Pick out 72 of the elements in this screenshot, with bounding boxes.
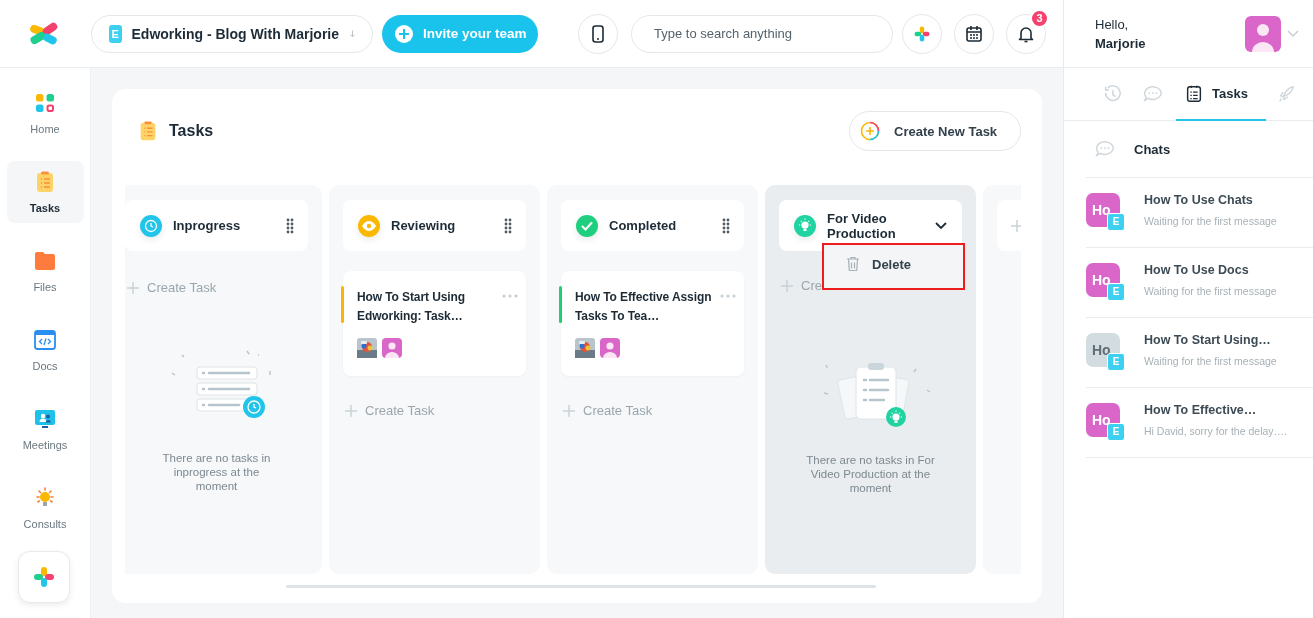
add-button[interactable] (18, 551, 70, 603)
chat-item[interactable]: Ho E How To Use Docs Waiting for the first message (1086, 248, 1313, 318)
colorful-plus-icon (913, 24, 931, 43)
drag-handle-icon (722, 217, 730, 234)
task-card[interactable]: How To Effective Assign Tasks To Tea… (561, 271, 744, 376)
column-title: Completed (609, 218, 678, 233)
drag-handle-icon (286, 217, 294, 234)
code-window-icon (33, 328, 57, 352)
user-name: Marjorie (1095, 35, 1147, 51)
drag-handle-icon (504, 217, 512, 234)
chat-preview: Waiting for the first message (1144, 284, 1277, 297)
chat-preview: Waiting for the first message (1144, 214, 1277, 227)
sidebar-item[interactable]: Consults (6, 477, 84, 539)
section-title: Chats (1134, 141, 1171, 157)
chat-item[interactable]: Ho E How To Use Chats Waiting for the first message (1086, 178, 1313, 248)
user-menu-button[interactable] (1245, 15, 1299, 52)
chevron-down-icon (1287, 29, 1299, 38)
column-title: Reviewing (391, 218, 457, 233)
chat-title: How To Use Chats (1144, 192, 1254, 207)
plus-icon (563, 404, 575, 417)
folder-icon (33, 249, 57, 273)
chat-title: How To Use Docs (1144, 262, 1250, 277)
column-title: Inprogress (173, 218, 242, 233)
chat-bubble-icon (1142, 83, 1162, 104)
sidebar-item[interactable]: Files (6, 240, 84, 302)
chevron-down-icon (934, 220, 948, 231)
apps-icon (33, 91, 57, 115)
task-title: How To Start Using Edworking: Task… (357, 289, 466, 325)
scrollbar[interactable] (286, 585, 876, 588)
sidebar-item[interactable]: Tasks (6, 161, 84, 223)
chat-title: How To Start Using… (1144, 332, 1272, 347)
empty-message: There are no tasks in inprogress at the moment (161, 451, 272, 493)
chat-bubble-icon (1094, 139, 1114, 159)
workspace-badge: E (109, 24, 122, 43)
task-title: How To Effective Assign Tasks To Tea… (575, 289, 713, 325)
checklist-icon (1184, 83, 1204, 104)
plus-icon (1011, 219, 1021, 232)
panel-tab[interactable]: Tasks (1176, 68, 1266, 121)
colorful-plus-icon (32, 565, 56, 589)
chat-preview: Waiting for the first message (1144, 354, 1277, 367)
chat-title: How To Effective… (1144, 402, 1258, 417)
bell-icon (1018, 24, 1034, 43)
plus-icon (394, 23, 414, 44)
search-field[interactable]: Type to search anything (631, 14, 893, 53)
calendar-icon (965, 24, 983, 43)
plus-icon (127, 281, 139, 294)
person-avatar-icon (600, 338, 620, 358)
sidebar-item[interactable]: Meetings (6, 398, 84, 460)
sidebar-item[interactable]: Docs (6, 319, 84, 381)
sidebar-item[interactable]: Home (6, 82, 84, 144)
history-icon (1102, 83, 1122, 104)
task-card[interactable]: How To Start Using Edworking: Task… (343, 271, 526, 376)
page-title: Tasks (169, 122, 215, 140)
chat-item[interactable]: Ho E How To Start Using… Waiting for the first message (1086, 318, 1313, 388)
chat-item[interactable]: Ho E How To Effective… Hi David, sorry for the delay…. (1086, 388, 1313, 458)
chat-preview: Hi David, sorry for the delay…. (1144, 424, 1287, 437)
greeting: Hello, (1095, 16, 1130, 32)
user-avatar-icon (1245, 15, 1281, 52)
plus-icon (345, 404, 357, 417)
notification-count: 3 (1030, 8, 1049, 28)
person-avatar-icon (382, 338, 402, 358)
plus-icon (781, 279, 793, 292)
presentation-screen-icon (33, 407, 57, 431)
empty-message: There are no tasks in For Video Production at the moment (805, 453, 936, 495)
more-icon (502, 294, 518, 298)
trash-icon (846, 256, 860, 272)
phone-icon (591, 24, 605, 43)
delete-menu-item[interactable]: Delete (826, 247, 912, 272)
more-icon (720, 294, 736, 298)
column-title: For Video Production (827, 210, 897, 241)
logo-icon (28, 21, 60, 46)
colorful-plus-icon (860, 121, 880, 141)
